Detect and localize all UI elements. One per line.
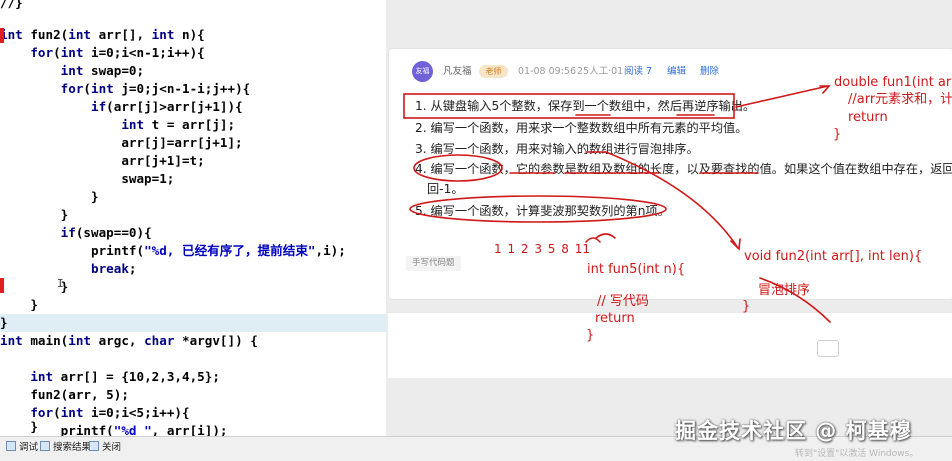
code-line[interactable]: for(int i=0;i<n-1;i++){ bbox=[0, 44, 386, 62]
code-line[interactable]: //} bbox=[0, 0, 386, 12]
code-line[interactable]: printf("%d, 已经有序了，提前结束",i); bbox=[0, 242, 386, 260]
annot-fun5-close: } bbox=[586, 328, 595, 343]
close-tab[interactable]: 关闭 bbox=[89, 441, 121, 455]
code-line[interactable]: } bbox=[0, 418, 386, 436]
code-line[interactable]: } bbox=[0, 314, 386, 332]
annot-fun5-sig: int fun5(int n){ bbox=[587, 262, 686, 277]
code-line[interactable]: } bbox=[0, 188, 386, 206]
watermark: 掘金技术社区 @ 柯基穆 bbox=[675, 419, 912, 443]
annot-fun2-bubble: 冒泡排序 bbox=[758, 283, 811, 298]
breakpoint-marker[interactable] bbox=[0, 278, 4, 293]
search-results-icon bbox=[40, 441, 50, 451]
task-item-4: 4. 编写一个函数，它的参数是数组及数组的长度，以及要查找的值。如果这个值在数组… bbox=[415, 162, 952, 176]
annot-fun1-sig: double fun1(int arr bbox=[834, 75, 952, 90]
close-icon bbox=[89, 441, 99, 451]
comment-icon[interactable] bbox=[817, 340, 839, 357]
code-line[interactable]: } bbox=[0, 296, 386, 314]
post-date: 01-08 09:56 bbox=[518, 66, 577, 77]
code-line[interactable]: swap=1; bbox=[0, 170, 386, 188]
debug-tab[interactable]: 调试 bbox=[6, 441, 38, 455]
annot-fun1-return: return bbox=[848, 110, 888, 125]
code-line[interactable]: int t = arr[j]; bbox=[0, 116, 386, 134]
code-line[interactable]: } bbox=[0, 206, 386, 224]
annot-fun1-close: } bbox=[833, 127, 842, 142]
code-line[interactable]: if(swap==0){ bbox=[0, 224, 386, 242]
debug-icon bbox=[6, 441, 16, 451]
code-line[interactable]: arr[j]=arr[j+1]; bbox=[0, 134, 386, 152]
mouse-cursor: I bbox=[57, 277, 64, 290]
task-item-5: 5. 编写一个函数，计算斐波那契数列的第n项。 bbox=[415, 204, 670, 218]
code-line[interactable]: fun2(arr, 5); bbox=[0, 386, 386, 404]
task-item-2: 2. 编写一个函数，用来求一个整数数组中所有元素的平均值。 bbox=[415, 121, 748, 135]
code-line[interactable]: int main(int argc, char *argv[]) { bbox=[0, 332, 386, 350]
comment-area bbox=[388, 312, 952, 378]
role-badge: 老师 bbox=[479, 65, 508, 78]
delete-link[interactable]: 删除 bbox=[700, 66, 719, 78]
annot-fun2-close: } bbox=[742, 299, 751, 314]
author-name[interactable]: 凡友福 bbox=[443, 66, 472, 78]
read-count[interactable]: 阅读 7 bbox=[624, 66, 652, 78]
code-line[interactable]: for(int j=0;j<n-1-i;j++){ bbox=[0, 80, 386, 98]
annot-fib-sequence: 1 1 2 3 5 8 11 bbox=[494, 242, 590, 256]
annot-fun5-return: return bbox=[595, 311, 635, 326]
code-editor[interactable]: //} int fun2(int arr[], int n){ for(int i… bbox=[0, 0, 386, 436]
code-line[interactable]: arr[j+1]=t; bbox=[0, 152, 386, 170]
breakpoint-marker[interactable] bbox=[0, 28, 4, 43]
code-line[interactable]: int swap=0; bbox=[0, 62, 386, 80]
annot-fun1-comment: //arr元素求和，计 bbox=[848, 92, 952, 107]
post-stats: 25人工·01 bbox=[577, 66, 624, 77]
tag-handwrite-code[interactable]: 手写代码题 bbox=[406, 256, 461, 271]
task-item-4-cont: 回-1。 bbox=[427, 182, 464, 196]
task-item-1: 1. 从键盘输入5个整数，保存到一个数组中，然后再逆序输出。 bbox=[415, 99, 756, 113]
code-line[interactable]: if(arr[j]>arr[j+1]){ bbox=[0, 98, 386, 116]
code-line[interactable]: break; bbox=[0, 260, 386, 278]
task-item-3: 3. 编写一个函数，用来对输入的数组进行冒泡排序。 bbox=[415, 142, 699, 156]
windows-activation-notice: 转到"设置"以激活 Windows。 bbox=[795, 449, 919, 459]
edit-link[interactable]: 编辑 bbox=[667, 66, 686, 78]
search-results-tab[interactable]: 搜索结果 bbox=[40, 441, 91, 455]
annot-fun5-comment: // 写代码 bbox=[597, 294, 649, 309]
avatar[interactable]: 友福 bbox=[412, 61, 433, 82]
code-line[interactable]: int fun2(int arr[], int n){ bbox=[0, 26, 386, 44]
code-line[interactable]: int arr[] = {10,2,3,4,5}; bbox=[0, 368, 386, 386]
annot-fun2-sig: void fun2(int arr[], int len){ bbox=[744, 249, 923, 264]
